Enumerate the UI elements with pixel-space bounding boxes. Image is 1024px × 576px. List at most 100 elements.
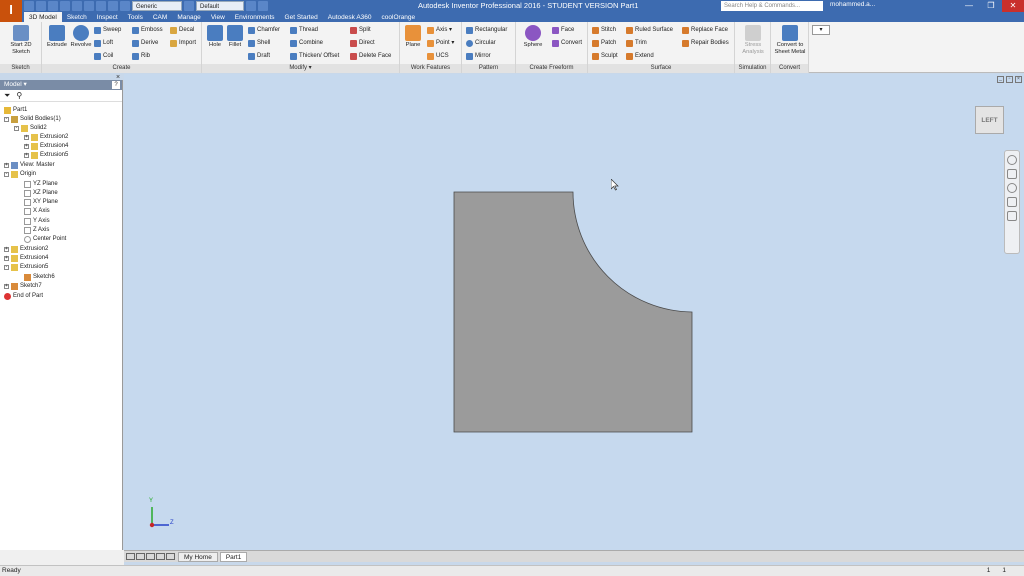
tab-tools[interactable]: Tools <box>123 12 148 22</box>
new-icon[interactable] <box>24 1 34 11</box>
open-icon[interactable] <box>36 1 46 11</box>
help-search-input[interactable]: Search Help & Commands... <box>721 1 823 11</box>
tree-node-y-axis[interactable]: Y Axis <box>24 217 50 226</box>
convert-freeform-button[interactable]: Convert <box>552 38 582 48</box>
tab-manage[interactable]: Manage <box>172 12 206 22</box>
direct-button[interactable]: Direct <box>350 38 375 48</box>
maximize-button[interactable]: ❐ <box>980 0 1002 12</box>
decal-button[interactable]: Decal <box>170 25 194 35</box>
tree-node-origin[interactable]: - Origin <box>4 170 36 179</box>
collapse-icon[interactable]: - <box>4 265 9 270</box>
coil-button[interactable]: Coil <box>94 51 113 61</box>
start-2d-sketch-button[interactable]: Start 2D Sketch <box>6 25 36 56</box>
tree-node-z-axis[interactable]: Z Axis <box>24 226 49 235</box>
sphere-button[interactable]: Sphere <box>520 25 546 49</box>
tree-node-extrusion2-feature[interactable]: + Extrusion2 <box>4 245 48 254</box>
tab-inspect[interactable]: Inspect <box>92 12 123 22</box>
tree-node-extrusion4-feature[interactable]: + Extrusion4 <box>4 254 48 263</box>
minimize-button[interactable]: — <box>958 0 980 12</box>
convert-to-sheet-metal-button[interactable]: Convert to Sheet Metal <box>773 25 807 56</box>
sweep-button[interactable]: Sweep <box>94 25 121 35</box>
axis-button[interactable]: Axis ▾ <box>427 25 452 35</box>
tile-horizontal-icon[interactable] <box>126 553 135 560</box>
expand-icon[interactable]: + <box>4 163 9 168</box>
graphics-viewport[interactable]: _ ▫ × LEFT Y Z <box>124 74 1024 550</box>
tree-node-extrusion2[interactable]: + Extrusion2 <box>24 133 68 142</box>
tab-autodesk-a360[interactable]: Autodesk A360 <box>323 12 377 22</box>
filter-icon[interactable]: ⏷ <box>4 91 10 100</box>
close-button[interactable]: ✕ <box>1002 0 1024 12</box>
tab-cam[interactable]: CAM <box>148 12 172 22</box>
tree-node-view-master[interactable]: + View: Master <box>4 161 55 170</box>
tree-node-solid-bodies[interactable]: - Solid Bodies(1) <box>4 115 61 124</box>
split-button[interactable]: Split <box>350 25 371 35</box>
ruled-surface-button[interactable]: Ruled Surface <box>626 25 673 35</box>
browser-title[interactable]: Model ▾ <box>4 81 27 88</box>
ribbon-options-dropdown[interactable]: ▾ <box>812 25 830 35</box>
expand-icon[interactable]: + <box>24 153 29 158</box>
save-icon[interactable] <box>48 1 58 11</box>
redo-icon[interactable] <box>72 1 82 11</box>
rib-button[interactable]: Rib <box>132 51 150 61</box>
cascade-icon[interactable] <box>146 553 155 560</box>
rectangular-pattern-button[interactable]: Rectangular <box>466 25 507 35</box>
tab-get-started[interactable]: Get Started <box>280 12 323 22</box>
collapse-icon[interactable]: - <box>4 117 9 122</box>
tab-my-home[interactable]: My Home <box>178 551 218 562</box>
replace-face-button[interactable]: Replace Face <box>682 25 728 35</box>
tree-node-part1[interactable]: Part1 <box>4 106 27 115</box>
thread-button[interactable]: Thread <box>290 25 318 35</box>
delete-face-button[interactable]: Delete Face <box>350 51 391 61</box>
update-icon[interactable] <box>96 1 106 11</box>
document-list-icon[interactable] <box>166 553 175 560</box>
tree-node-yz-plane[interactable]: YZ Plane <box>24 180 58 189</box>
expand-icon[interactable]: + <box>24 144 29 149</box>
plane-button[interactable]: Plane <box>400 25 426 49</box>
tab-3d-model[interactable]: 3D Model <box>24 12 62 22</box>
tile-vertical-icon[interactable] <box>136 553 145 560</box>
ucs-button[interactable]: UCS <box>427 51 449 61</box>
fillet-button[interactable]: Fillet <box>222 25 248 49</box>
derive-button[interactable]: Derive <box>132 38 158 48</box>
tree-node-xz-plane[interactable]: XZ Plane <box>24 189 58 198</box>
mirror-button[interactable]: Mirror <box>466 51 491 61</box>
fx-icon[interactable] <box>246 1 256 11</box>
find-icon[interactable]: ⚲ <box>16 91 22 100</box>
part-geometry[interactable] <box>124 74 1024 550</box>
undo-icon[interactable] <box>60 1 70 11</box>
application-menu-button[interactable]: I <box>0 0 22 22</box>
user-account[interactable]: mohammed.a... <box>830 1 875 8</box>
collapse-icon[interactable]: - <box>14 126 19 131</box>
tree-node-center-point[interactable]: Center Point <box>24 235 66 244</box>
face-button[interactable]: Face <box>552 25 574 35</box>
tree-node-sketch6[interactable]: Sketch6 <box>24 273 55 282</box>
arrange-icon[interactable] <box>156 553 165 560</box>
tree-node-xy-plane[interactable]: XY Plane <box>24 198 58 207</box>
patch-button[interactable]: Patch <box>592 38 616 48</box>
repair-bodies-button[interactable]: Repair Bodies <box>682 38 729 48</box>
point-button[interactable]: Point ▾ <box>427 38 454 48</box>
select-icon[interactable] <box>108 1 118 11</box>
expand-icon[interactable]: + <box>4 284 9 289</box>
browser-help-button[interactable]: ? <box>112 81 120 89</box>
tree-node-end-of-part[interactable]: End of Part <box>4 292 43 301</box>
tree-node-extrusion5[interactable]: + Extrusion5 <box>24 151 68 160</box>
extend-button[interactable]: Extend <box>626 51 654 61</box>
import-button[interactable]: Import <box>170 38 196 48</box>
chamfer-button[interactable]: Chamfer <box>248 25 280 35</box>
expand-icon[interactable]: + <box>4 256 9 261</box>
circular-pattern-button[interactable]: Circular <box>466 38 496 48</box>
tab-environments[interactable]: Environments <box>230 12 280 22</box>
trim-button[interactable]: Trim <box>626 38 647 48</box>
appearance-select[interactable]: Default <box>196 1 244 11</box>
tab-coolorange[interactable]: coolOrange <box>377 12 421 22</box>
expand-icon[interactable]: + <box>4 247 9 252</box>
draft-button[interactable]: Draft <box>248 51 270 61</box>
loft-button[interactable]: Loft <box>94 38 113 48</box>
emboss-button[interactable]: Emboss <box>132 25 163 35</box>
expand-icon[interactable]: + <box>24 135 29 140</box>
tab-view[interactable]: View <box>206 12 230 22</box>
tree-node-extrusion4[interactable]: + Extrusion4 <box>24 142 68 151</box>
tree-node-x-axis[interactable]: X Axis <box>24 207 50 216</box>
stress-analysis-button[interactable]: Stress Analysis <box>739 25 767 56</box>
